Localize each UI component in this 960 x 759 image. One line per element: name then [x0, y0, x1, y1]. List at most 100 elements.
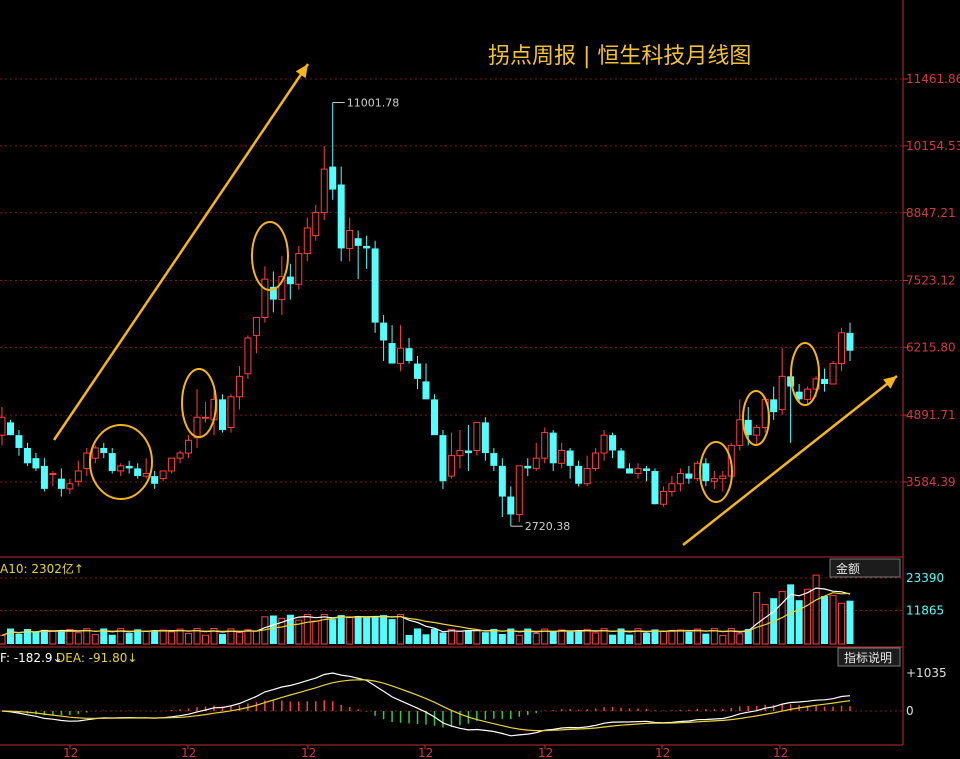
amount-button-label: 金额 [836, 561, 860, 576]
candle [83, 447, 91, 477]
x-tick-label: 12 [301, 746, 316, 759]
volume-panel [0, 574, 854, 645]
volume-bar [642, 632, 650, 644]
macd-dea-label: DEA: -91.80↓ [56, 651, 137, 665]
indicator-help-label: 指标说明 [844, 650, 892, 665]
volume-bar [346, 617, 354, 645]
volume-bar [269, 615, 277, 644]
volume-bar [685, 631, 693, 644]
volume-bar [609, 634, 617, 644]
candle [507, 486, 515, 527]
volume-bar [422, 634, 430, 644]
candle [244, 335, 252, 379]
candle [583, 455, 591, 487]
volume-bar [549, 631, 557, 644]
volume-bar [659, 630, 667, 645]
x-tick-label: 12 [181, 746, 196, 759]
x-tick-label: 12 [538, 746, 553, 759]
price-tick-label: 4891.71 [906, 408, 956, 422]
volume-bar [108, 634, 116, 644]
x-tick-label: 12 [418, 746, 433, 759]
candle [312, 204, 320, 241]
candle [804, 386, 812, 405]
indicator-help-button[interactable]: 指标说明 [837, 647, 901, 667]
volume-bar [812, 574, 820, 645]
volume-bar [388, 619, 396, 644]
volume-bar [515, 634, 523, 645]
chart-title: 拐点周报 | 恒生科技月线图 [488, 44, 751, 69]
candle [685, 465, 693, 484]
annotations: 11001.78 2720.38 [52, 63, 898, 546]
candle [380, 314, 388, 361]
volume-bar [218, 634, 226, 644]
candle [464, 424, 472, 471]
volume-bar [414, 628, 422, 644]
volume-bar [405, 634, 413, 644]
candle [193, 389, 201, 448]
macd-tick-label: +1035 [906, 666, 947, 680]
volume-bar [447, 629, 455, 645]
candle [447, 432, 455, 479]
volume-bar [159, 629, 167, 645]
uptrend-arrow-1 [52, 63, 310, 441]
candle [134, 463, 142, 479]
chart-stage: 11001.78 2720.38 11461.86 10154.53 8847.21 7… [0, 0, 960, 759]
candle [32, 453, 40, 471]
candle [634, 463, 642, 479]
candle [600, 430, 608, 461]
price-tick-label: 10154.53 [906, 139, 960, 153]
price-tick-label: 6215.80 [906, 340, 956, 354]
volume-bar [736, 633, 744, 645]
candle [422, 363, 430, 400]
candlestick-chart: 11001.78 2720.38 11461.86 10154.53 8847.21 7… [0, 0, 960, 759]
volume-bar [91, 633, 99, 645]
candle [329, 102, 337, 200]
candle [642, 465, 650, 482]
volume-bar [363, 616, 371, 644]
volume-bar [380, 615, 388, 644]
volume-bar [337, 615, 345, 644]
volume-bar [473, 629, 481, 645]
candle [337, 166, 345, 262]
volume-bar [626, 634, 634, 644]
macd-line [1, 672, 851, 737]
volume-bar [354, 616, 362, 644]
moving-average-line [1, 587, 851, 637]
macd-tick-label: 0 [906, 704, 914, 718]
volume-bar [32, 632, 40, 644]
price-tick-label: 7523.12 [906, 274, 956, 288]
candle [515, 465, 523, 523]
candle [430, 394, 438, 436]
volume-bar [456, 630, 464, 645]
candle [668, 476, 676, 497]
candle [736, 399, 744, 451]
volume-bar [142, 630, 150, 645]
candle [235, 366, 243, 410]
candle [532, 442, 540, 471]
volume-bar [838, 602, 846, 645]
candle [651, 468, 659, 505]
candle [295, 245, 303, 290]
candle [269, 271, 277, 313]
volume-bar [804, 588, 812, 645]
candle [125, 460, 133, 474]
candle [66, 478, 74, 494]
candle [227, 394, 235, 433]
macd-dif-label: F: -182.9↓ [0, 651, 63, 665]
price-tick-label: 3584.39 [906, 475, 956, 489]
volume-bar [235, 631, 243, 645]
volume-bar [185, 632, 193, 645]
candle [159, 470, 167, 482]
volume-bar [329, 619, 337, 644]
volume-bar [312, 620, 320, 645]
candle [456, 430, 464, 469]
volume-bar [566, 630, 574, 644]
volume-bar [583, 628, 591, 645]
candle [218, 394, 226, 433]
volume-bar [15, 633, 23, 644]
amount-button[interactable]: 金额 [829, 558, 901, 578]
candle [57, 468, 65, 497]
volume-bar [532, 633, 540, 645]
candle [439, 430, 447, 489]
candle [498, 458, 506, 518]
